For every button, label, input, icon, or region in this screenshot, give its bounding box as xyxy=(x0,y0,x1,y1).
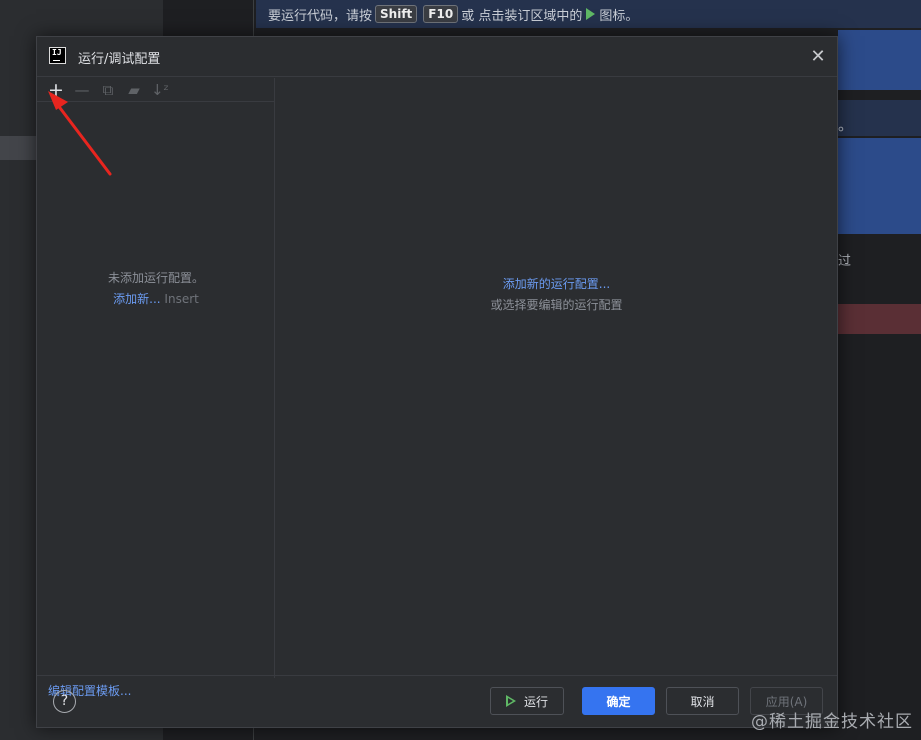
editor-fragment-guo: 过 xyxy=(838,254,852,269)
dialog-footer: ? 运行 确定 取消 应用(A) xyxy=(37,675,837,727)
dialog-titlebar[interactable]: IJ 运行/调试配置 ✕ xyxy=(37,37,837,77)
ok-button[interactable]: 确定 xyxy=(582,687,655,715)
no-configs-text: 未添加运行配置。 xyxy=(107,271,204,285)
run-button-label: 运行 xyxy=(523,694,548,709)
banner-suffix: 图标。 xyxy=(599,8,639,24)
select-config-hint: 或选择要编辑的运行配置 xyxy=(490,298,623,312)
close-icon[interactable]: ✕ xyxy=(807,46,829,68)
run-button[interactable]: 运行 xyxy=(490,687,564,715)
intellij-logo-icon: IJ xyxy=(49,47,66,64)
editor-error-line xyxy=(838,304,921,334)
add-new-row: 添加新... Insert xyxy=(37,290,275,307)
run-hint-banner: 要运行代码，请按 Shift F10 或 点击装订区域中的 图标。 xyxy=(256,0,921,28)
annotation-arrow xyxy=(48,91,112,176)
help-icon[interactable]: ? xyxy=(53,690,76,713)
banner-middle: 或 点击装订区域中的 xyxy=(461,8,583,24)
banner-prefix: 要运行代码，请按 xyxy=(268,8,373,24)
move-to-folder-icon[interactable]: ▰ xyxy=(121,79,147,101)
project-panel-selected-row xyxy=(0,136,36,160)
editor-text-block: 。 xyxy=(838,100,921,136)
dialog-title: 运行/调试配置 xyxy=(78,52,161,67)
add-new-config-link[interactable]: 添加新的运行配置... xyxy=(276,275,837,292)
editor-highlight-block-2 xyxy=(838,138,921,234)
editor-fragment-period: 。 xyxy=(838,116,854,134)
config-detail-pane: 添加新的运行配置... 或选择要编辑的运行配置 xyxy=(276,78,837,678)
f10-key: F10 xyxy=(423,5,459,23)
watermark-text: @稀土掘金技术社区 xyxy=(751,712,913,732)
sort-icon[interactable]: ↓ᶻ xyxy=(147,79,173,101)
run-debug-config-dialog: IJ 运行/调试配置 ✕ + — ⧉ ▰ ↓ᶻ 未添加运行配置。 添加新... … xyxy=(36,36,838,728)
editor-highlight-block xyxy=(838,30,921,90)
cancel-button[interactable]: 取消 xyxy=(666,687,739,715)
run-gutter-icon xyxy=(586,8,596,20)
insert-shortcut: Insert xyxy=(164,292,199,306)
run-icon xyxy=(505,695,516,707)
shift-key: Shift xyxy=(375,5,418,23)
add-new-link[interactable]: 添加新... xyxy=(113,292,160,306)
